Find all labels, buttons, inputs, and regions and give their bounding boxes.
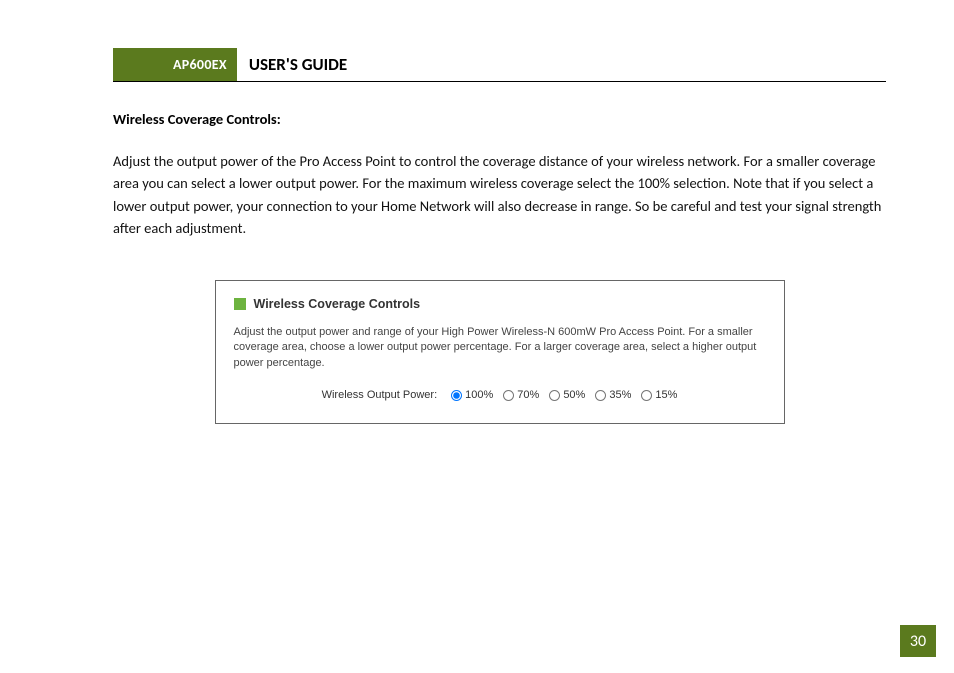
option-label: 35% — [609, 389, 631, 401]
document-header: AP600EX USER'S GUIDE — [113, 48, 886, 82]
output-power-radio-group: Wireless Output Power: 100% 70% 50% — [234, 389, 766, 401]
green-square-icon — [234, 298, 246, 310]
option-label: 15% — [655, 389, 677, 401]
output-power-option-15[interactable]: 15% — [641, 389, 677, 401]
output-power-label: Wireless Output Power: — [322, 389, 438, 401]
output-power-radio-70[interactable] — [503, 390, 514, 401]
wireless-coverage-figure: Wireless Coverage Controls Adjust the ou… — [215, 280, 785, 424]
output-power-option-100[interactable]: 100% — [451, 389, 493, 401]
figure-container: Wireless Coverage Controls Adjust the ou… — [113, 280, 886, 424]
output-power-option-70[interactable]: 70% — [503, 389, 539, 401]
output-power-radio-50[interactable] — [549, 390, 560, 401]
section-heading: Wireless Coverage Controls: — [113, 110, 886, 128]
content-area: Wireless Coverage Controls: Adjust the o… — [60, 82, 894, 424]
output-power-radio-35[interactable] — [595, 390, 606, 401]
option-label: 100% — [465, 389, 493, 401]
option-label: 50% — [563, 389, 585, 401]
figure-title: Wireless Coverage Controls — [254, 297, 421, 311]
figure-title-row: Wireless Coverage Controls — [234, 297, 766, 311]
output-power-option-35[interactable]: 35% — [595, 389, 631, 401]
guide-title: USER'S GUIDE — [237, 48, 359, 81]
section-body: Adjust the output power of the Pro Acces… — [113, 150, 886, 240]
page-number: 30 — [900, 625, 936, 657]
output-power-radio-100[interactable] — [451, 390, 462, 401]
option-label: 70% — [517, 389, 539, 401]
product-badge: AP600EX — [113, 48, 237, 81]
output-power-radio-15[interactable] — [641, 390, 652, 401]
figure-description: Adjust the output power and range of you… — [234, 325, 766, 371]
output-power-option-50[interactable]: 50% — [549, 389, 585, 401]
